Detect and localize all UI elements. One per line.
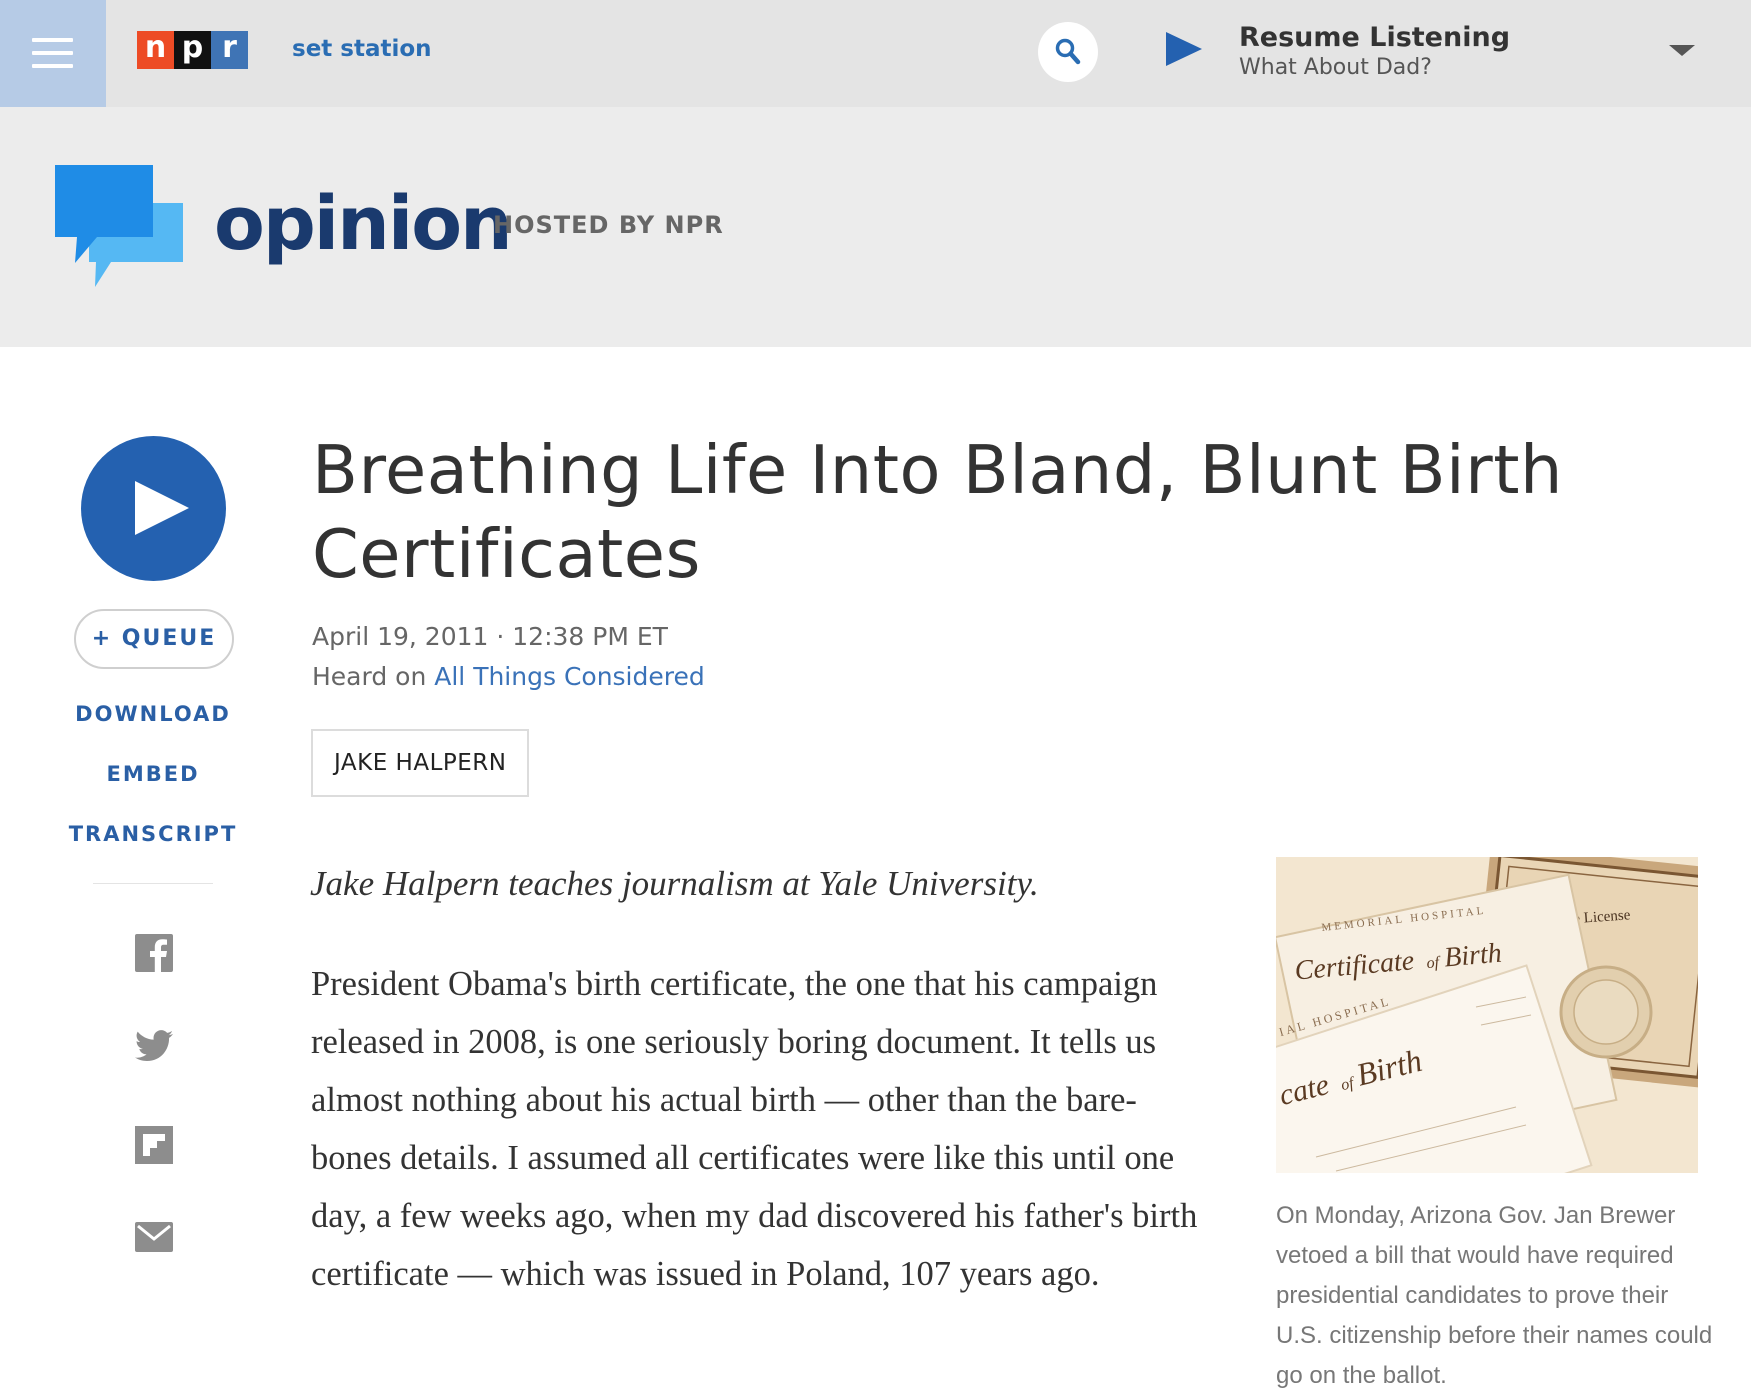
email-icon[interactable]: [135, 1222, 173, 1260]
resume-play-icon[interactable]: [1166, 32, 1202, 71]
story-headline: Breathing Life Into Bland, Blunt Birth C…: [312, 431, 1563, 593]
program-name[interactable]: opinion: [214, 179, 513, 269]
add-to-queue-button[interactable]: + QUEUE: [74, 609, 234, 669]
hamburger-menu-icon[interactable]: [0, 0, 106, 107]
resume-listening-title[interactable]: Resume Listening: [1239, 22, 1510, 53]
author-byline-button[interactable]: JAKE HALPERN: [311, 729, 530, 797]
heard-on-prefix: Heard on: [312, 662, 435, 691]
story-date: April 19, 2011 · 12:38 PM ET: [312, 622, 668, 651]
search-icon[interactable]: [1038, 22, 1098, 82]
rail-divider: [93, 883, 213, 884]
program-header: opinion HOSTED BY NPR: [0, 107, 1751, 347]
heard-on-line: Heard on All Things Considered: [312, 662, 705, 691]
embed-link[interactable]: EMBED: [53, 762, 253, 786]
image-text-certificate-1-b: Birth: [1443, 938, 1503, 974]
set-station-link[interactable]: set station: [292, 36, 432, 62]
chat-bubbles-icon: [55, 165, 185, 300]
show-link[interactable]: All Things Considered: [434, 662, 704, 691]
play-icon: [135, 481, 189, 535]
chevron-down-icon[interactable]: [1669, 45, 1695, 56]
hosted-by-label: HOSTED BY NPR: [493, 211, 724, 239]
play-story-button[interactable]: [81, 436, 226, 581]
transcript-link[interactable]: TRANSCRIPT: [53, 822, 253, 846]
image-caption: On Monday, Arizona Gov. Jan Brewer vetoe…: [1276, 1202, 1713, 1389]
download-link[interactable]: DOWNLOAD: [53, 702, 253, 726]
queue-label: QUEUE: [121, 626, 217, 651]
author-bio: Jake Halpern teaches journalism at Yale …: [310, 864, 1039, 903]
story-paragraph: President Obama's birth certificate, the…: [311, 965, 1198, 1293]
facebook-icon[interactable]: [135, 934, 173, 972]
now-playing-story-title: What About Dad?: [1239, 55, 1432, 80]
npr-logo-letter-n: n: [137, 31, 174, 69]
plus-icon: +: [91, 626, 113, 651]
npr-logo-letter-r: r: [211, 31, 248, 69]
npr-logo[interactable]: n p r: [137, 31, 248, 69]
npr-logo-letter-p: p: [174, 31, 211, 69]
top-nav-bar: n p r set station Resume Listening What …: [0, 0, 1751, 107]
flipboard-icon[interactable]: [135, 1126, 173, 1164]
twitter-icon[interactable]: [135, 1030, 173, 1068]
birth-certificates-image[interactable]: riage License MEMORIAL HOSPITAL Certific…: [1276, 857, 1698, 1173]
